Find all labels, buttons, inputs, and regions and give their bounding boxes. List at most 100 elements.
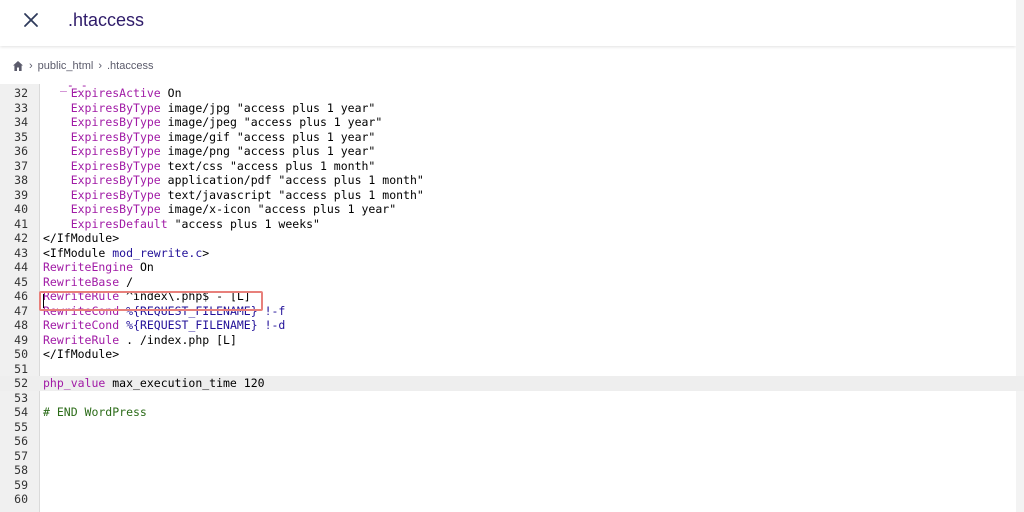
line-code: <IfModule mod_rewrite.c>: [43, 245, 210, 260]
keyword-token: ExpiresDefault: [70, 216, 168, 231]
chevron-right-icon: ›: [29, 60, 33, 72]
line-number: 58: [14, 463, 28, 477]
breadcrumb-item-htaccess[interactable]: .htaccess: [107, 60, 153, 72]
line-number: 50: [14, 347, 28, 361]
code-line-43[interactable]: 43 <IfModule mod_rewrite.c>: [0, 246, 1024, 261]
code-line-49[interactable]: 49 RewriteRule . /index.php [L]: [0, 333, 1024, 348]
chevron-right-icon: ›: [98, 60, 102, 72]
line-number: 35: [14, 129, 28, 144]
keyword-token: RewriteCond: [43, 318, 120, 332]
code-line-39[interactable]: 39 ExpiresByType text/javascript "access…: [0, 188, 1024, 203]
keyword-token: ExpiresByType: [70, 173, 161, 187]
file-title: .htaccess: [68, 10, 145, 30]
line-number: 59: [14, 477, 28, 492]
code-line-59[interactable]: 59: [0, 478, 1024, 493]
code-line-34[interactable]: 34 ExpiresByType image/jpeg "access plus…: [0, 115, 1024, 130]
keyword-token: ExpiresByType: [70, 100, 161, 115]
code-line-41[interactable]: 41 ExpiresDefault "access plus 1 weeks": [0, 217, 1024, 232]
comment-token: # END WordPress: [43, 405, 147, 419]
home-icon[interactable]: [12, 60, 24, 72]
line-number: 60: [14, 492, 28, 506]
line-code: ExpiresByType image/gif "access plus 1 y…: [70, 129, 376, 144]
string-token: %{REQUEST_FILENAME} !-d: [126, 318, 286, 332]
code-line-36[interactable]: 36 ExpiresByType image/png "access plus …: [0, 144, 1024, 159]
text-cursor: [43, 294, 44, 308]
line-number: 38: [14, 173, 28, 187]
line-number: 32: [14, 86, 28, 100]
line-number: 34: [14, 115, 28, 129]
code-line-60[interactable]: 60: [0, 492, 1024, 507]
keyword-token: RewriteRule: [43, 332, 120, 347]
keyword-token: RewriteEngine: [43, 260, 134, 274]
close-icon[interactable]: [20, 9, 42, 31]
code-line-58[interactable]: 58: [0, 463, 1024, 478]
keyword-token: ExpiresByType: [70, 144, 161, 158]
line-number: 57: [14, 448, 28, 463]
line-code: RewriteCond %{REQUEST_FILENAME} !-d: [43, 318, 285, 333]
line-number: 51: [14, 361, 28, 376]
line-code: ExpiresDefault "access plus 1 weeks": [70, 216, 320, 231]
line-number: 55: [14, 419, 28, 434]
line-number: 36: [14, 144, 28, 158]
line-code: ExpiresByType image/x-icon "access plus …: [70, 202, 397, 216]
line-code: ExpiresByType image/png "access plus 1 y…: [70, 144, 376, 158]
line-code: php_value max_execution_time 120: [43, 376, 265, 390]
line-number: 43: [14, 245, 28, 260]
line-code: RewriteBase /: [43, 274, 134, 289]
code-line-44[interactable]: 44 RewriteEngine On: [0, 260, 1024, 275]
line-number: 37: [14, 158, 28, 173]
keyword-token: php_value: [43, 376, 106, 390]
line-number: 56: [14, 434, 28, 448]
top-bar: .htaccess: [0, 0, 1016, 46]
code-line-48[interactable]: 48 RewriteCond %{REQUEST_FILENAME} !-d: [0, 318, 1024, 333]
code-line-35[interactable]: 35 ExpiresByType image/gif "access plus …: [0, 130, 1024, 145]
keyword-token: ExpiresByType: [70, 129, 161, 144]
breadcrumb: › public_html › .htaccess: [12, 58, 153, 74]
code-line-54[interactable]: 54 # END WordPress: [0, 405, 1024, 420]
code-line-50[interactable]: 50 </IfModule>: [0, 347, 1024, 362]
keyword-token: ExpiresByType: [70, 115, 161, 129]
code-line-32[interactable]: 32 ExpiresActive On: [0, 86, 1024, 101]
breadcrumb-item-public-html[interactable]: public_html: [38, 60, 94, 72]
line-number: 53: [14, 390, 28, 405]
line-code: # END WordPress: [43, 405, 147, 420]
keyword-token: RewriteBase: [43, 274, 120, 289]
code-line-42[interactable]: 42 </IfModule>: [0, 231, 1024, 246]
code-line-45[interactable]: 45 RewriteBase /: [0, 275, 1024, 290]
line-code: </IfModule>: [43, 347, 120, 361]
code-line-40[interactable]: 40 ExpiresByType image/x-icon "access pl…: [0, 202, 1024, 217]
code-line-37[interactable]: 37 ExpiresByType text/css "access plus 1…: [0, 159, 1024, 174]
line-code: ExpiresByType application/pdf "access pl…: [70, 173, 424, 187]
line-number: 46: [14, 289, 28, 303]
keyword-token: ExpiresByType: [70, 187, 161, 202]
code-line-56[interactable]: 56: [0, 434, 1024, 449]
code-line-38[interactable]: 38 ExpiresByType application/pdf "access…: [0, 173, 1024, 188]
code-line-53[interactable]: 53: [0, 391, 1024, 406]
code-line-33[interactable]: 33 ExpiresByType image/jpg "access plus …: [0, 101, 1024, 116]
line-code: RewriteEngine On: [43, 260, 154, 274]
code-line-52[interactable]: 52 php_value max_execution_time 120: [0, 376, 1024, 391]
line-number: 45: [14, 274, 28, 289]
line-code: RewriteRule . /index.php [L]: [43, 332, 237, 347]
code-line-57[interactable]: 57: [0, 449, 1024, 464]
line-number: 47: [14, 303, 28, 318]
line-number: 33: [14, 100, 28, 115]
line-number: 40: [14, 202, 28, 216]
line-number: 44: [14, 260, 28, 274]
line-code: ExpiresByType text/css "access plus 1 mo…: [70, 158, 376, 173]
line-number: 52: [14, 376, 28, 390]
line-number: 42: [14, 231, 28, 245]
line-code: ExpiresActive On: [70, 86, 182, 100]
line-number: 39: [14, 187, 28, 202]
line-number: 41: [14, 216, 28, 231]
code-line-51[interactable]: 51: [0, 362, 1024, 377]
line-code: ExpiresByType image/jpg "access plus 1 y…: [70, 100, 376, 115]
line-number: 54: [14, 405, 28, 419]
line-code: ExpiresByType text/javascript "access pl…: [70, 187, 424, 202]
string-token: mod_rewrite.c: [112, 245, 203, 260]
keyword-token: ExpiresActive: [70, 86, 161, 100]
line-code: </IfModule>: [43, 231, 120, 245]
line-number: 48: [14, 318, 28, 332]
code-line-55[interactable]: 55: [0, 420, 1024, 435]
keyword-token: ExpiresByType: [70, 158, 161, 173]
